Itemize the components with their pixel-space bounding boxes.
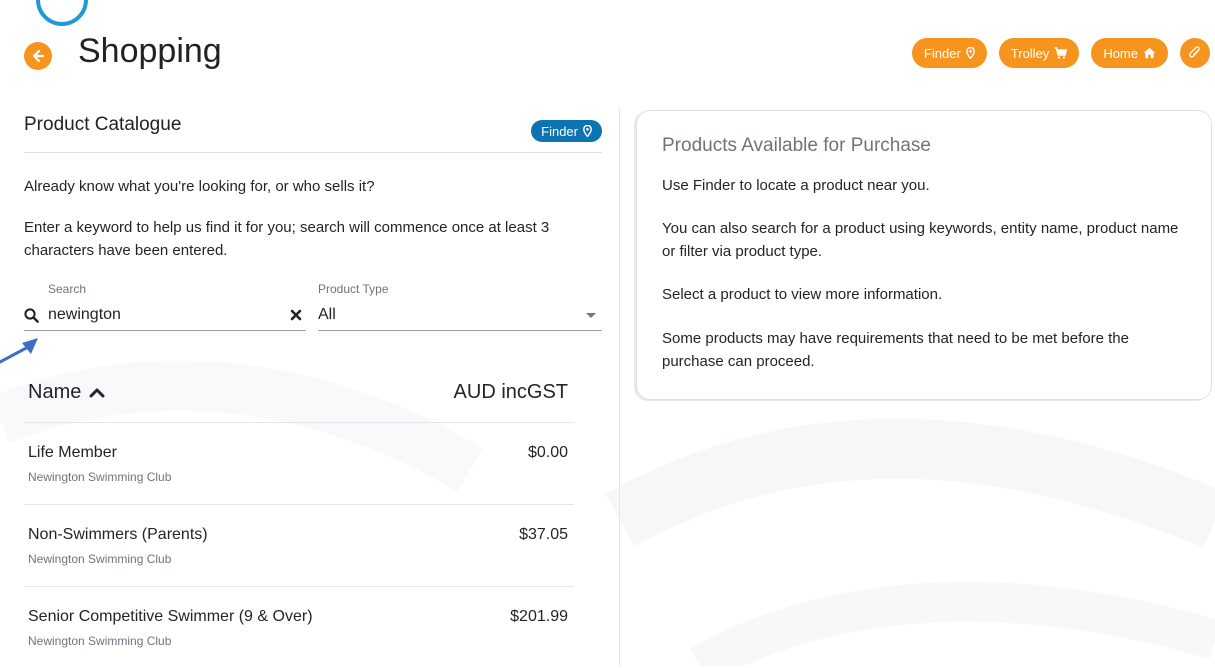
info-panel: Products Available for Purchase Use Find…: [636, 110, 1212, 400]
info-paragraph: Some products may have requirements that…: [662, 330, 1129, 370]
catalogue-title: Product Catalogue: [24, 114, 182, 135]
entity-name: Newington Swimming Club: [28, 634, 172, 648]
column-divider: [619, 108, 620, 666]
page-title: Shopping: [78, 32, 222, 70]
product-type-value: All: [318, 306, 336, 323]
product-price: $37.05: [519, 526, 568, 543]
map-marker-icon: [965, 47, 975, 59]
info-paragraph: Use Finder to locate a product near you.: [662, 177, 930, 194]
top-nav: Finder Trolley Home: [911, 38, 1210, 68]
arrow-left-icon: [32, 49, 45, 63]
table-header: Name AUD incGST: [24, 362, 574, 423]
product-name: Senior Competitive Swimmer (9 & Over): [28, 608, 313, 625]
clear-search-icon[interactable]: [288, 307, 304, 323]
info-paragraph: Select a product to view more informatio…: [662, 286, 943, 303]
product-catalogue: Product Catalogue Finder Already know wh…: [24, 108, 602, 648]
instructions-text: Enter a keyword to help us find it for y…: [24, 219, 550, 259]
home-nav-label: Home: [1103, 45, 1138, 61]
product-table: Name AUD incGST Life Member Newington Sw…: [24, 362, 574, 668]
back-button[interactable]: [24, 42, 52, 70]
product-type-select[interactable]: All: [318, 300, 602, 331]
product-price: $201.99: [510, 608, 568, 625]
price-column-header: AUD incGST: [453, 381, 568, 403]
trolley-nav-button[interactable]: Trolley: [998, 38, 1080, 68]
intro-text: Already know what you're looking for, or…: [24, 178, 375, 195]
product-name: Life Member: [28, 444, 117, 461]
info-paragraph: You can also search for a product using …: [662, 220, 1179, 260]
sort-by-name-header[interactable]: Name: [28, 381, 105, 404]
entity-name: Newington Swimming Club: [28, 470, 172, 484]
chevron-down-icon: [586, 312, 596, 318]
name-column-label: Name: [28, 381, 82, 403]
page-header: Shopping Finder Trolley Home: [0, 0, 1215, 110]
search-label: Search: [48, 282, 87, 296]
catalogue-header: Product Catalogue Finder: [24, 108, 602, 153]
map-marker-icon: [583, 125, 592, 137]
table-row[interactable]: Non-Swimmers (Parents) Newington Swimmin…: [24, 505, 574, 587]
home-nav-button[interactable]: Home: [1091, 38, 1168, 68]
finder-nav-label: Finder: [923, 45, 961, 61]
search-field: [24, 300, 306, 331]
paperclip-icon: [1189, 46, 1200, 58]
attachment-nav-button[interactable]: [1180, 38, 1210, 68]
cart-icon: [1054, 47, 1068, 59]
chevron-up-icon: [89, 388, 105, 398]
finder-nav-button[interactable]: Finder: [911, 38, 987, 68]
product-name: Non-Swimmers (Parents): [28, 526, 208, 543]
finder-badge-label: Finder: [541, 123, 578, 139]
entity-name: Newington Swimming Club: [28, 552, 172, 566]
annotation-arrow: [0, 338, 38, 364]
info-panel-title: Products Available for Purchase: [662, 135, 931, 156]
search-icon: [24, 307, 46, 323]
product-price: $0.00: [527, 444, 568, 461]
table-row[interactable]: Life Member Newington Swimming Club $0.0…: [24, 423, 574, 505]
home-icon: [1143, 47, 1156, 59]
search-input[interactable]: [46, 306, 288, 324]
product-type-label: Product Type: [318, 282, 389, 296]
trolley-nav-label: Trolley: [1010, 45, 1050, 61]
finder-badge-button[interactable]: Finder: [531, 120, 602, 142]
table-row[interactable]: Senior Competitive Swimmer (9 & Over) Ne…: [24, 587, 574, 668]
